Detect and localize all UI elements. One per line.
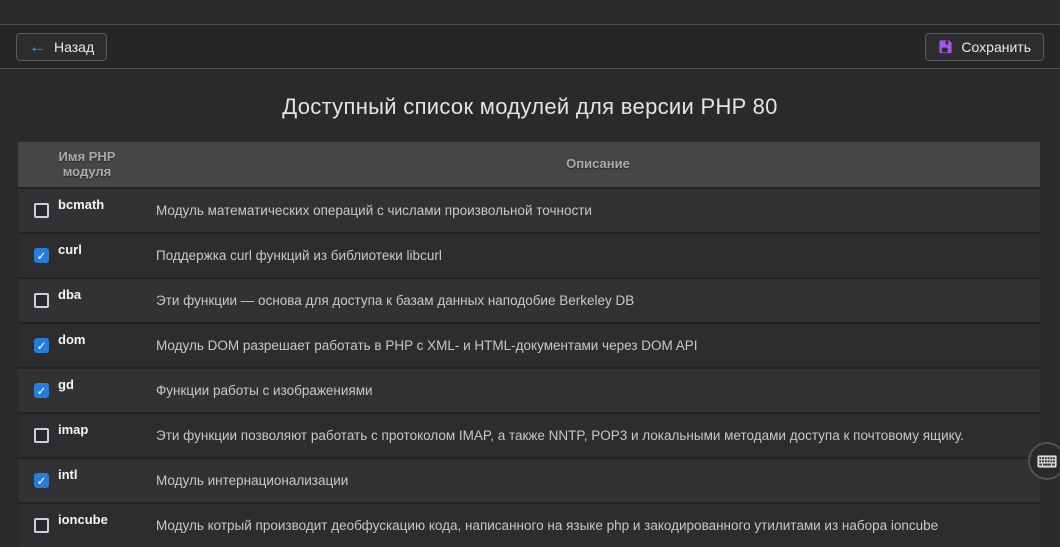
module-name: gd <box>58 377 74 392</box>
table-row: dba Эти функции — основа для доступа к б… <box>18 277 1040 322</box>
module-description: Модуль котрый производит деобфускацию ко… <box>156 504 1040 547</box>
module-name-cell: curl <box>18 234 156 277</box>
module-checkbox[interactable] <box>34 518 49 533</box>
save-button-label: Сохранить <box>961 39 1031 55</box>
module-description: Поддержка curl функций из библиотеки lib… <box>156 234 1040 277</box>
module-name-cell: gd <box>18 369 156 412</box>
module-description: Модуль DOM разрешает работать в PHP с XM… <box>156 324 1040 367</box>
module-name: curl <box>58 242 82 257</box>
table-row: dom Модуль DOM разрешает работать в PHP … <box>18 322 1040 367</box>
module-checkbox[interactable] <box>34 248 49 263</box>
module-name-cell: intl <box>18 459 156 502</box>
module-checkbox[interactable] <box>34 203 49 218</box>
toolbar: ← Назад Сохранить <box>0 25 1060 69</box>
module-name-cell: imap <box>18 414 156 457</box>
module-name: dom <box>58 332 85 347</box>
page-title: Доступный список модулей для версии PHP … <box>0 94 1060 120</box>
module-name: imap <box>58 422 88 437</box>
table-row: intl Модуль интернационализации <box>18 457 1040 502</box>
table-header-row: Имя PHP модуля Описание <box>18 142 1040 187</box>
module-checkbox[interactable] <box>34 338 49 353</box>
save-button[interactable]: Сохранить <box>925 33 1044 61</box>
module-name: ioncube <box>58 512 108 527</box>
table-header-module-name: Имя PHP модуля <box>18 142 156 187</box>
module-name: bcmath <box>58 197 104 212</box>
module-description: Эти функции — основа для доступа к базам… <box>156 279 1040 322</box>
back-button[interactable]: ← Назад <box>16 33 107 61</box>
module-description: Модуль математических операций с числами… <box>156 189 1040 232</box>
table-row: ioncube Модуль котрый производит деобфус… <box>18 502 1040 547</box>
module-name: intl <box>58 467 78 482</box>
module-name-cell: bcmath <box>18 189 156 232</box>
module-name: dba <box>58 287 81 302</box>
module-checkbox[interactable] <box>34 293 49 308</box>
module-name-cell: dom <box>18 324 156 367</box>
module-checkbox[interactable] <box>34 473 49 488</box>
arrow-left-icon: ← <box>29 38 46 55</box>
floppy-disk-icon <box>938 39 953 54</box>
keyboard-icon <box>1037 455 1057 468</box>
module-description: Эти функции позволяют работать с протоко… <box>156 414 1040 457</box>
module-name-cell: dba <box>18 279 156 322</box>
table-row: imap Эти функции позволяют работать с пр… <box>18 412 1040 457</box>
module-checkbox[interactable] <box>34 383 49 398</box>
module-checkbox[interactable] <box>34 428 49 443</box>
table-row: curl Поддержка curl функций из библиотек… <box>18 232 1040 277</box>
top-strip <box>0 0 1060 25</box>
back-button-label: Назад <box>54 39 94 55</box>
module-description: Функции работы с изображениями <box>156 369 1040 412</box>
table-row: gd Функции работы с изображениями <box>18 367 1040 412</box>
table-row: bcmath Модуль математических операций с … <box>18 187 1040 232</box>
table-body: bcmath Модуль математических операций с … <box>18 187 1040 547</box>
table-header-description: Описание <box>156 142 1040 187</box>
php-modules-table: Имя PHP модуля Описание bcmath Модуль ма… <box>18 142 1040 547</box>
virtual-keyboard-button[interactable] <box>1028 442 1060 480</box>
module-description: Модуль интернационализации <box>156 459 1040 502</box>
module-name-cell: ioncube <box>18 504 156 547</box>
